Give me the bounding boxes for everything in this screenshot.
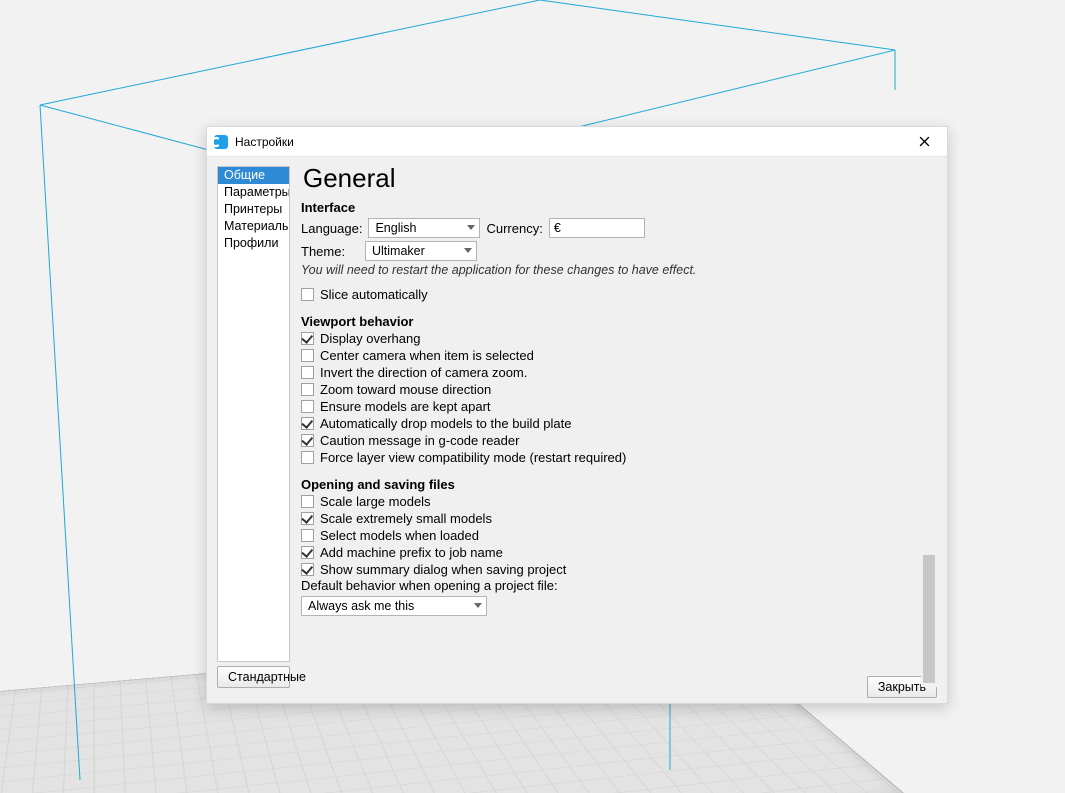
viewport-checkbox-4[interactable]: Ensure models are kept apart	[301, 399, 937, 414]
language-value: English	[375, 221, 416, 235]
checkbox-box	[301, 529, 314, 542]
files-checkbox-3[interactable]: Add machine prefix to job name	[301, 545, 937, 560]
viewport-checkbox-2[interactable]: Invert the direction of camera zoom.	[301, 365, 937, 380]
files-checkbox-0[interactable]: Scale large models	[301, 494, 937, 509]
checkbox-label: Scale extremely small models	[320, 511, 492, 526]
nav-column: ОбщиеПараметрыПринтерыМатериалыПрофили С…	[207, 157, 295, 703]
viewport-checkbox-1[interactable]: Center camera when item is selected	[301, 348, 937, 363]
nav-item-принтеры[interactable]: Принтеры	[218, 201, 289, 218]
checkbox-label: Add machine prefix to job name	[320, 545, 503, 560]
checkbox-label: Automatically drop models to the build p…	[320, 416, 571, 431]
language-select[interactable]: English	[368, 218, 480, 238]
checkbox-label: Force layer view compatibility mode (res…	[320, 450, 626, 465]
checkbox-label: Center camera when item is selected	[320, 348, 534, 363]
scrollbar-thumb[interactable]	[923, 555, 935, 683]
section-heading-interface: Interface	[301, 200, 937, 215]
checkbox-slice-automatically[interactable]: Slice automatically	[301, 287, 937, 302]
restart-hint: You will need to restart the application…	[301, 263, 937, 277]
nav-item-общие[interactable]: Общие	[218, 167, 289, 184]
section-heading-files: Opening and saving files	[301, 477, 937, 492]
nav-item-профили[interactable]: Профили	[218, 235, 289, 252]
files-checkbox-1[interactable]: Scale extremely small models	[301, 511, 937, 526]
checkbox-box	[301, 417, 314, 430]
settings-dialog: Настройки ОбщиеПараметрыПринтерыМатериал…	[206, 126, 948, 704]
checkbox-box	[301, 563, 314, 576]
currency-label: Currency:	[486, 221, 542, 236]
vertical-scrollbar[interactable]	[921, 225, 937, 687]
chevron-down-icon	[474, 603, 482, 609]
currency-input[interactable]: €	[549, 218, 645, 238]
checkbox-box	[301, 383, 314, 396]
checkbox-box	[301, 366, 314, 379]
checkbox-box	[301, 512, 314, 525]
checkbox-label: Zoom toward mouse direction	[320, 382, 491, 397]
scroll-area[interactable]: General Interface Language: English Curr…	[295, 163, 937, 672]
checkbox-label: Select models when loaded	[320, 528, 479, 543]
viewport-3d: Настройки ОбщиеПараметрыПринтерыМатериал…	[0, 0, 1065, 793]
checkbox-box	[301, 349, 314, 362]
checkbox-label: Invert the direction of camera zoom.	[320, 365, 527, 380]
app-icon	[213, 134, 229, 150]
checkbox-box	[301, 495, 314, 508]
checkbox-label: Scale large models	[320, 494, 431, 509]
chevron-down-icon	[467, 225, 475, 231]
chevron-down-icon	[464, 248, 472, 254]
nav-list[interactable]: ОбщиеПараметрыПринтерыМатериалыПрофили	[217, 166, 290, 662]
checkbox-label: Show summary dialog when saving project	[320, 562, 566, 577]
default-behavior-label: Default behavior when opening a project …	[301, 578, 937, 593]
content-area: General Interface Language: English Curr…	[295, 157, 947, 703]
currency-value: €	[554, 221, 561, 235]
viewport-checkbox-0[interactable]: Display overhang	[301, 331, 937, 346]
files-checkbox-4[interactable]: Show summary dialog when saving project	[301, 562, 937, 577]
theme-label: Theme:	[301, 244, 359, 259]
files-checkbox-2[interactable]: Select models when loaded	[301, 528, 937, 543]
default-behavior-value: Always ask me this	[308, 599, 414, 613]
checkbox-label: Caution message in g-code reader	[320, 433, 519, 448]
viewport-checkbox-7[interactable]: Force layer view compatibility mode (res…	[301, 450, 937, 465]
nav-item-параметры[interactable]: Параметры	[218, 184, 289, 201]
checkbox-label: Slice automatically	[320, 287, 428, 302]
viewport-checkbox-3[interactable]: Zoom toward mouse direction	[301, 382, 937, 397]
checkbox-label: Ensure models are kept apart	[320, 399, 491, 414]
checkbox-box	[301, 546, 314, 559]
checkbox-box	[301, 451, 314, 464]
close-icon	[919, 136, 930, 147]
checkbox-box	[301, 400, 314, 413]
titlebar[interactable]: Настройки	[207, 127, 947, 157]
section-heading-viewport: Viewport behavior	[301, 314, 937, 329]
language-label: Language:	[301, 221, 362, 236]
page-title: General	[303, 163, 937, 194]
theme-value: Ultimaker	[372, 244, 425, 258]
checkbox-label: Display overhang	[320, 331, 420, 346]
nav-item-материалы[interactable]: Материалы	[218, 218, 289, 235]
checkbox-box	[301, 288, 314, 301]
window-title: Настройки	[235, 135, 294, 149]
checkbox-box	[301, 434, 314, 447]
viewport-checkbox-5[interactable]: Automatically drop models to the build p…	[301, 416, 937, 431]
defaults-button[interactable]: Стандартные	[217, 666, 290, 688]
viewport-checkbox-6[interactable]: Caution message in g-code reader	[301, 433, 937, 448]
close-button[interactable]	[909, 128, 939, 156]
default-behavior-select[interactable]: Always ask me this	[301, 596, 487, 616]
theme-select[interactable]: Ultimaker	[365, 241, 477, 261]
checkbox-box	[301, 332, 314, 345]
